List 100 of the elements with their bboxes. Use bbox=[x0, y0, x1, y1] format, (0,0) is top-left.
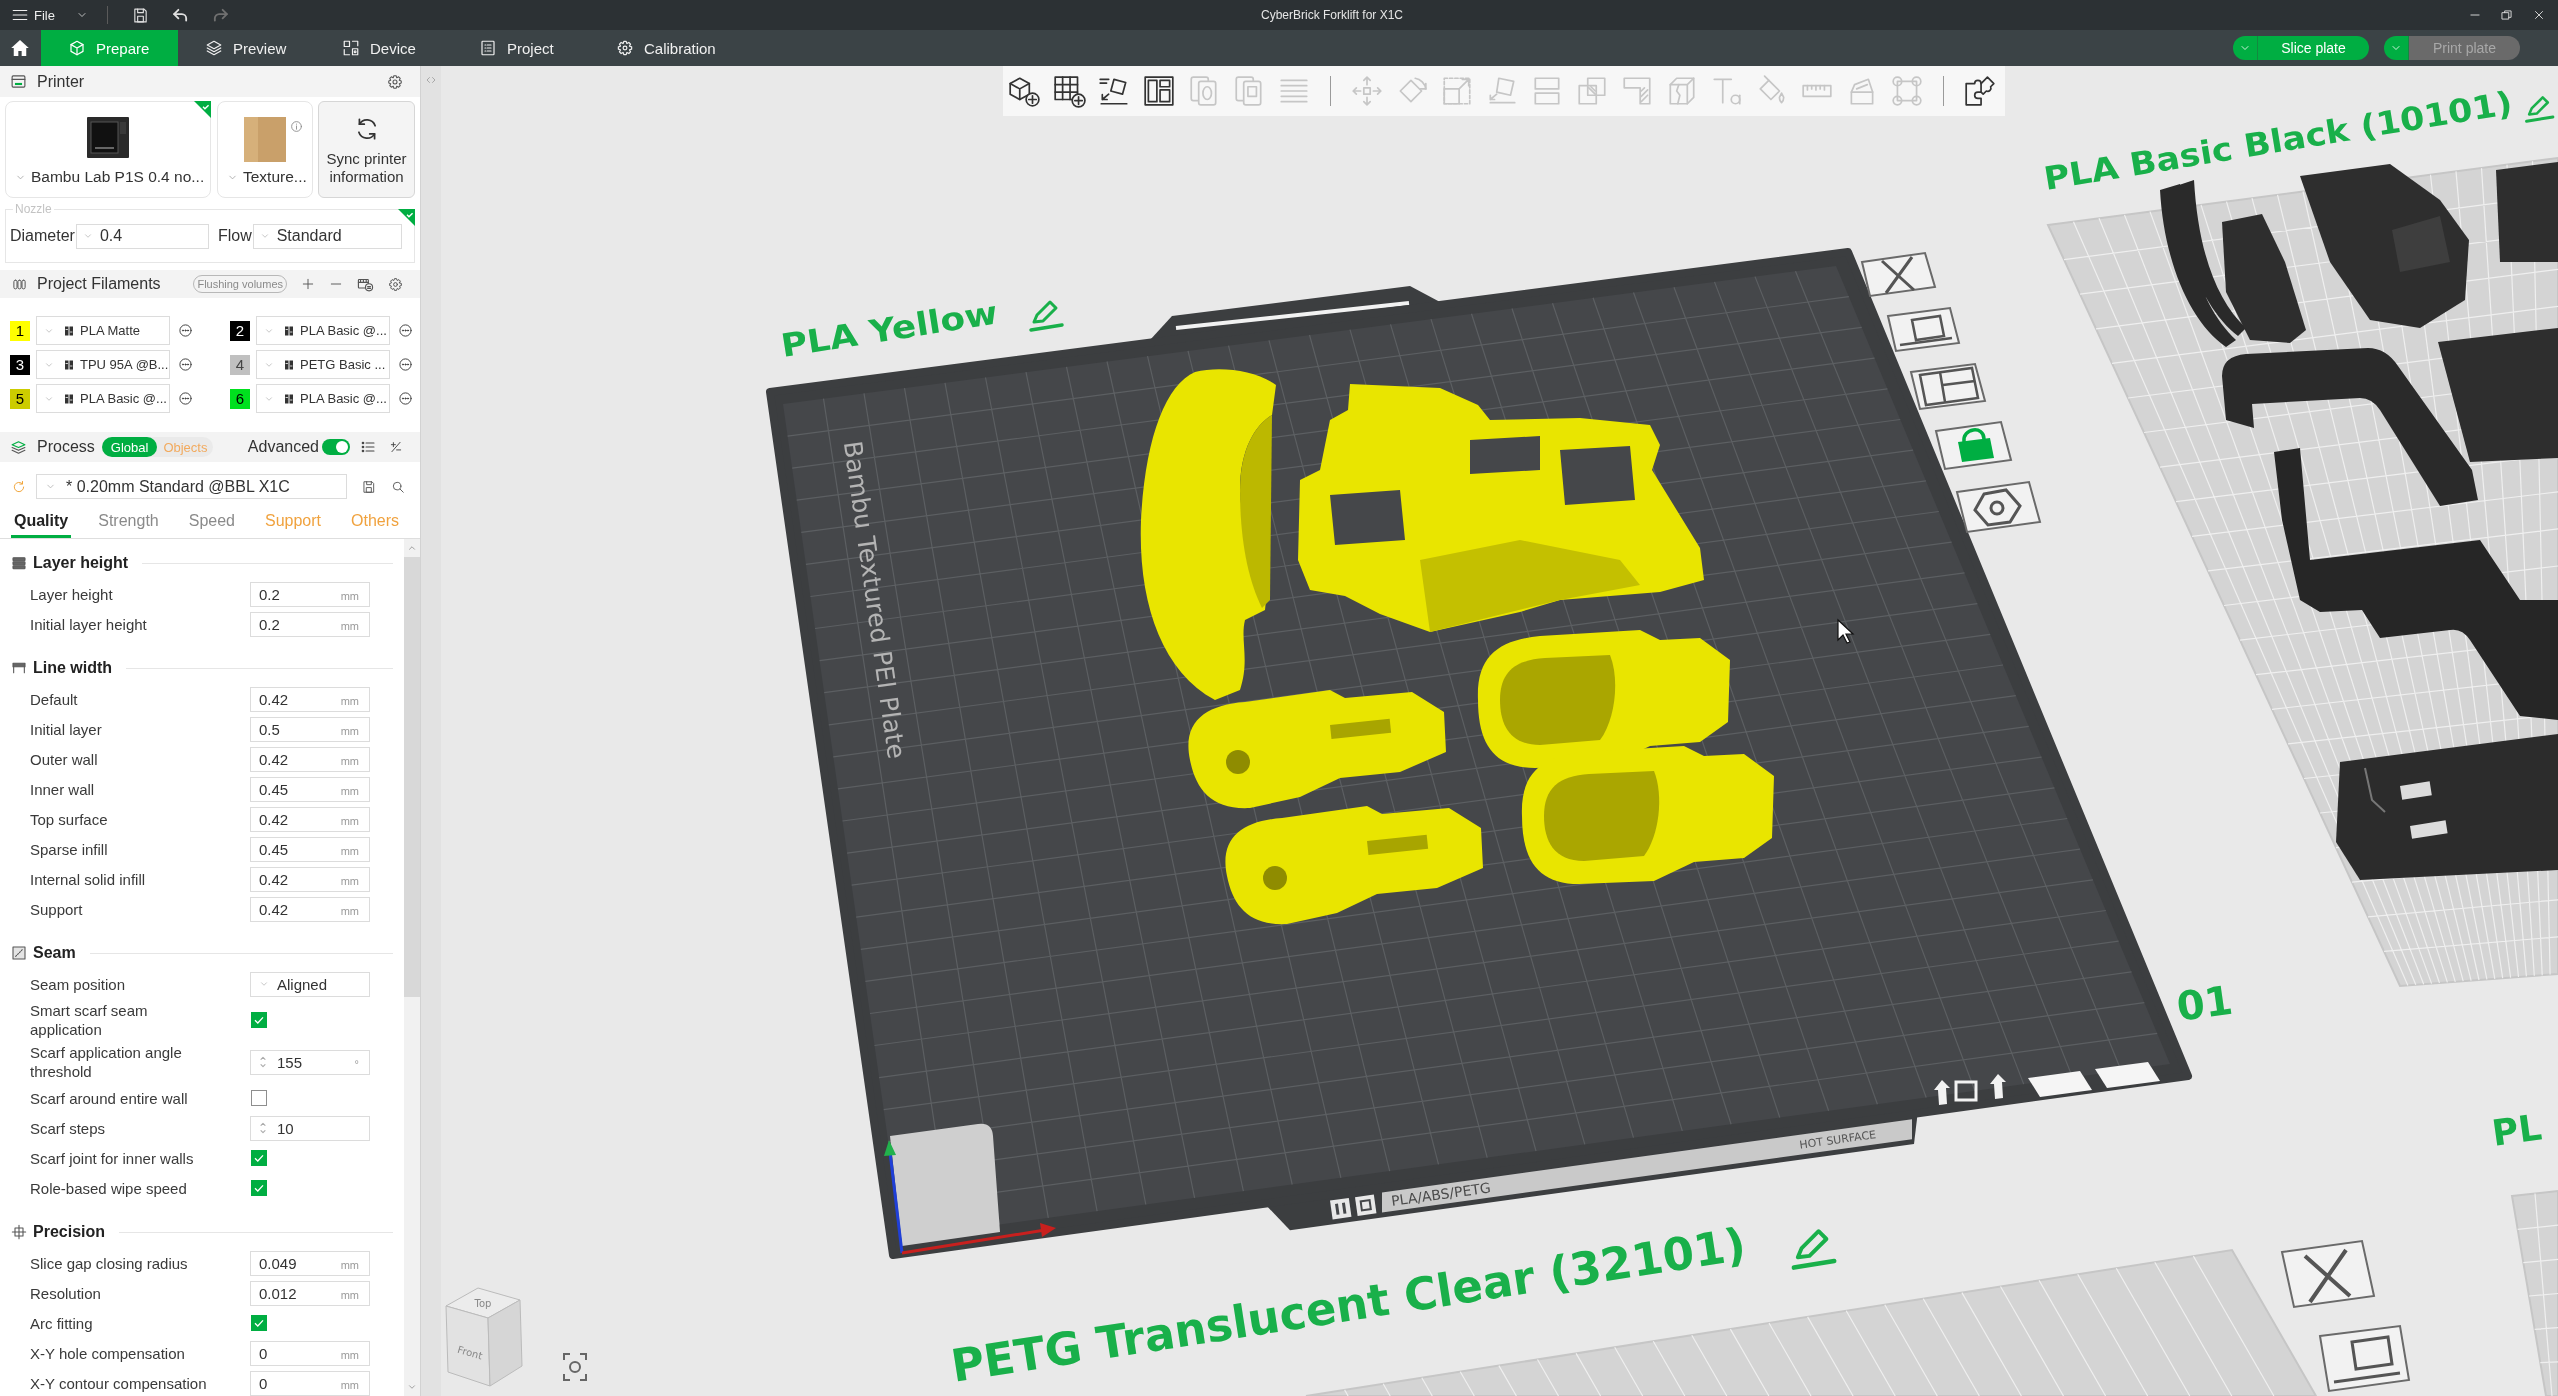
more-icon[interactable] bbox=[398, 323, 413, 338]
input-field[interactable]: 0.45 mm bbox=[250, 836, 370, 862]
more-icon[interactable] bbox=[398, 391, 413, 406]
input-field[interactable]: 0.42 mm bbox=[250, 866, 370, 892]
refresh-icon[interactable] bbox=[12, 479, 26, 494]
nut-icon[interactable] bbox=[1955, 480, 2042, 534]
view-cube[interactable] bbox=[445, 1287, 523, 1387]
input-field[interactable]: 0.42 mm bbox=[250, 746, 370, 772]
setting-label: Default bbox=[29, 689, 79, 709]
tab[interactable]: Preview bbox=[178, 30, 315, 66]
more-icon[interactable] bbox=[398, 357, 413, 372]
setting-label: Smart scarf seam application bbox=[29, 1001, 149, 1039]
caret-icon bbox=[259, 979, 269, 989]
toggle-switch[interactable] bbox=[322, 439, 350, 455]
edit-icon[interactable] bbox=[2525, 96, 2555, 123]
settings-icon[interactable] bbox=[388, 276, 403, 292]
delete-icon[interactable] bbox=[2280, 1239, 2376, 1309]
filament-select[interactable]: PLA Basic @... bbox=[36, 384, 170, 413]
input-field[interactable]: 0 mm bbox=[250, 1370, 370, 1396]
scrollbar[interactable] bbox=[404, 539, 420, 1396]
cursor-icon bbox=[1837, 618, 1855, 644]
scrollbar-thumb[interactable] bbox=[404, 557, 420, 997]
checkbox[interactable] bbox=[251, 1150, 267, 1166]
select-field[interactable]: 0.4 bbox=[75, 223, 209, 249]
focus-icon[interactable] bbox=[563, 1353, 587, 1381]
input-field[interactable]: 0 mm bbox=[250, 1340, 370, 1366]
filament-select[interactable]: PLA Basic @... bbox=[256, 316, 390, 345]
setting-label: Initial layer height bbox=[29, 614, 148, 634]
checkbox[interactable] bbox=[251, 1315, 267, 1331]
filament-slot-number: 6 bbox=[230, 388, 250, 409]
more-icon[interactable] bbox=[178, 391, 193, 406]
filament-select[interactable]: PLA Basic @... bbox=[256, 384, 390, 413]
edit-icon[interactable] bbox=[1791, 1229, 1837, 1270]
device-icon bbox=[342, 39, 360, 57]
chevrons-icon[interactable] bbox=[425, 74, 437, 86]
setting-label: Initial layer bbox=[29, 719, 103, 739]
delete-icon[interactable] bbox=[1860, 251, 1937, 298]
setting-label: Inner wall bbox=[29, 779, 96, 799]
input-field[interactable]: 0.42 mm bbox=[250, 806, 370, 832]
layout-icon[interactable] bbox=[1909, 362, 1987, 411]
search-icon[interactable] bbox=[391, 479, 405, 494]
add-grid-icon[interactable] bbox=[1052, 74, 1086, 108]
spool-icon bbox=[63, 392, 75, 405]
more-icon[interactable] bbox=[178, 323, 193, 338]
input-field[interactable]: 0.2 mm bbox=[250, 611, 370, 637]
checkbox[interactable] bbox=[251, 1180, 267, 1196]
filament-select[interactable]: PETG Basic ... bbox=[256, 350, 390, 379]
save-icon[interactable] bbox=[131, 6, 149, 24]
restore-icon[interactable] bbox=[2500, 8, 2514, 22]
edit-icon[interactable] bbox=[1029, 300, 1064, 332]
preset-select[interactable]: * 0.20mm Standard @BBL X1C bbox=[36, 474, 347, 499]
scroll-down-icon[interactable] bbox=[407, 1382, 417, 1392]
file-menu-button[interactable]: File bbox=[11, 6, 55, 24]
input-field[interactable]: 0.42 mm bbox=[250, 896, 370, 922]
layers-icon bbox=[205, 39, 223, 57]
puzzle-icon[interactable] bbox=[1963, 74, 1997, 108]
input-field[interactable]: 0.5 mm bbox=[250, 716, 370, 742]
input-field[interactable]: 0.2 mm bbox=[250, 581, 370, 607]
home-icon[interactable] bbox=[10, 38, 30, 58]
auto-orient-icon[interactable] bbox=[1886, 306, 1961, 353]
lock-icon[interactable] bbox=[1934, 420, 2013, 471]
orientation-marks-icon bbox=[1934, 1074, 2006, 1105]
input-field[interactable]: 0.42 mm bbox=[250, 686, 370, 712]
tab[interactable]: Calibration bbox=[589, 30, 726, 66]
plus-minus-icon[interactable] bbox=[389, 440, 403, 454]
advanced-label: Advanced bbox=[247, 438, 319, 456]
close-icon[interactable] bbox=[2532, 8, 2546, 22]
select-field[interactable]: Standard bbox=[252, 223, 402, 249]
save-icon[interactable] bbox=[362, 479, 376, 494]
dropdown-button[interactable] bbox=[2384, 36, 2409, 60]
input-field[interactable]: 0.45 mm bbox=[250, 776, 370, 802]
add-icon[interactable] bbox=[301, 277, 315, 291]
scroll-up-icon[interactable] bbox=[407, 543, 417, 553]
settings-icon[interactable] bbox=[387, 73, 403, 90]
sync-button[interactable]: Sync printer information bbox=[318, 101, 415, 198]
settings-tab[interactable]: Speed bbox=[185, 504, 238, 538]
select-field[interactable]: Aligned bbox=[250, 971, 370, 997]
checkbox[interactable] bbox=[251, 1012, 267, 1028]
printer-card[interactable]: Bambu Lab P1S 0.4 no... bbox=[5, 101, 211, 198]
filament-select[interactable]: TPU 95A @B... bbox=[36, 350, 170, 379]
spin-field[interactable]: 10 bbox=[250, 1115, 370, 1141]
auto-orient-icon[interactable] bbox=[2318, 1324, 2411, 1393]
input-field[interactable]: 0.049 mm bbox=[250, 1250, 370, 1276]
add-cube-icon[interactable] bbox=[1007, 74, 1041, 108]
plate-card[interactable]: Texture... bbox=[217, 101, 313, 198]
layout-icon[interactable] bbox=[1142, 74, 1176, 108]
more-icon[interactable] bbox=[178, 357, 193, 372]
filament-select[interactable]: PLA Matte bbox=[36, 316, 170, 345]
tab[interactable]: Project bbox=[452, 30, 589, 66]
tab[interactable]: Device bbox=[315, 30, 452, 66]
setting-label: Seam position bbox=[29, 974, 127, 994]
undo-icon[interactable] bbox=[171, 6, 189, 24]
spin-field[interactable]: 155 ° bbox=[250, 1049, 370, 1075]
setting-label: Support bbox=[29, 899, 84, 919]
settings-tab[interactable]: Quality bbox=[11, 504, 72, 538]
list-icon[interactable] bbox=[360, 439, 376, 455]
checkbox[interactable] bbox=[251, 1090, 267, 1106]
input-field[interactable]: 0.012 mm bbox=[250, 1280, 370, 1306]
info-icon[interactable] bbox=[290, 120, 303, 133]
dropdown-button[interactable] bbox=[2233, 36, 2258, 60]
